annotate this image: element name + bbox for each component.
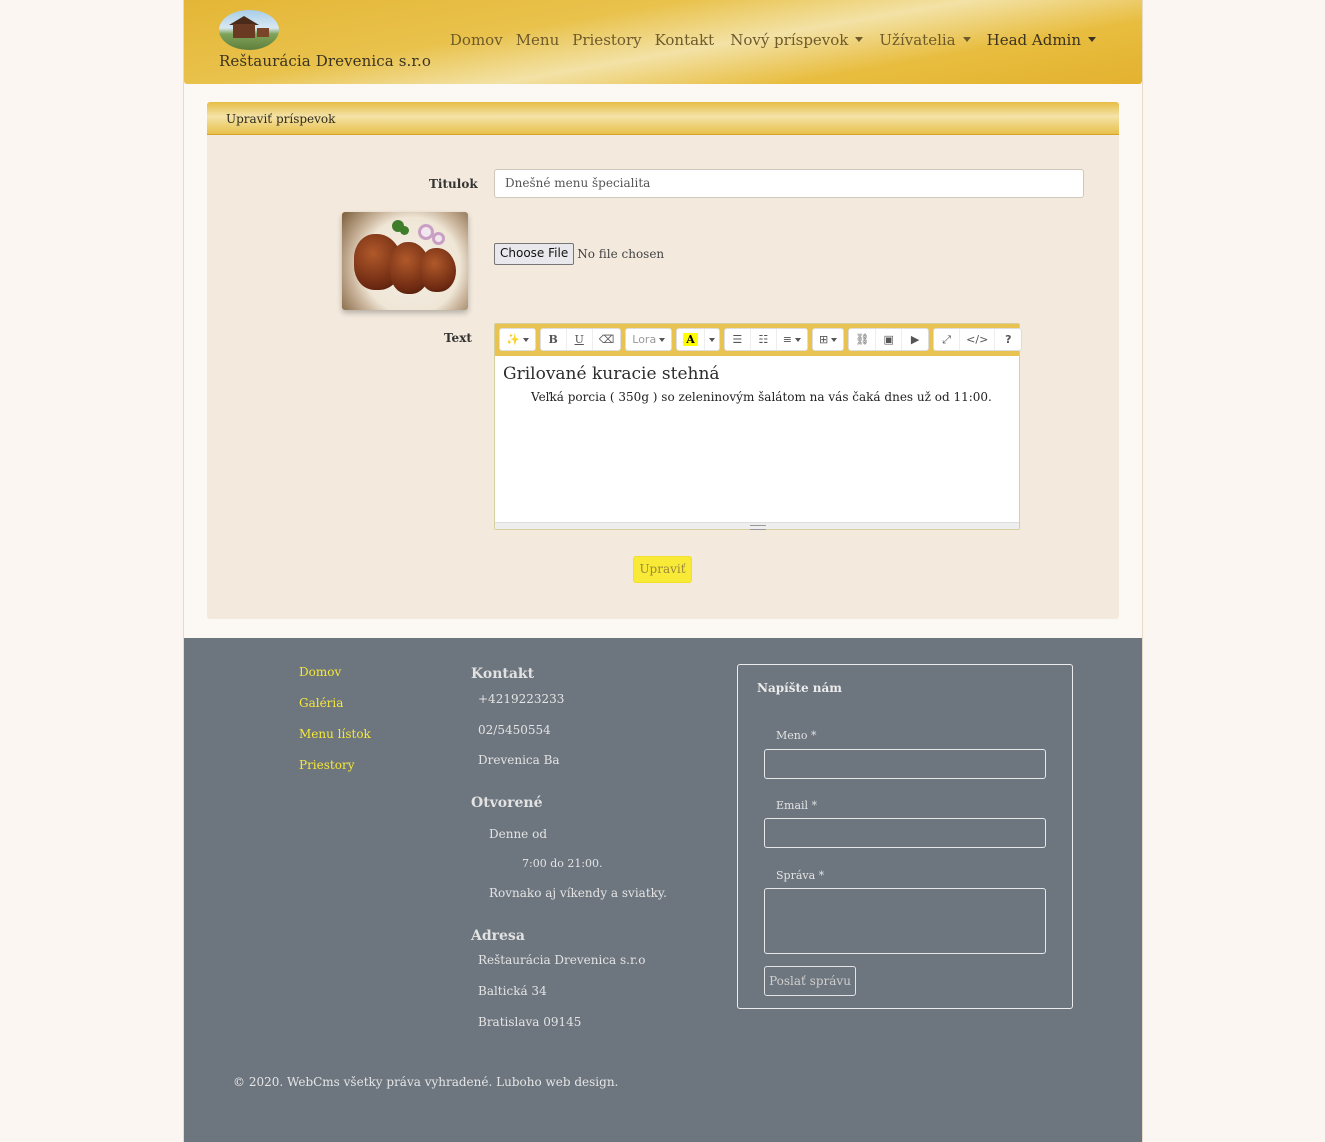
nav-users-label: Užívatelia (879, 31, 956, 49)
email-input[interactable] (764, 818, 1046, 848)
footer-contact-heading: Kontakt (471, 666, 535, 682)
help-icon[interactable]: ? (995, 329, 1021, 350)
footer-open-line-2: 7:00 do 21:00. (522, 857, 603, 870)
unordered-list-icon[interactable]: ☰ (725, 329, 751, 350)
post-image-thumbnail (342, 212, 468, 310)
ordered-list-icon[interactable]: ☷ (751, 329, 777, 350)
editor-heading: Grilované kuracie stehná (503, 364, 720, 384)
logo-image[interactable] (219, 10, 279, 50)
edit-post-card: Upraviť príspevok Titulok Dnešné menu šp… (207, 102, 1119, 619)
color-group: A (676, 328, 720, 351)
footer-address-line-3: Bratislava 09145 (478, 1015, 582, 1029)
picture-icon[interactable]: ▣ (876, 329, 903, 350)
footer-open-line-3: Rovnako aj víkendy a sviatky. (489, 886, 667, 900)
food-herb (400, 226, 409, 235)
logo-house-small (257, 28, 269, 37)
dropdown-caret-icon (831, 337, 838, 342)
footer-address-heading: Adresa (471, 928, 525, 944)
update-button[interactable]: Upraviť (633, 556, 692, 583)
food-onion (432, 232, 445, 245)
file-status: No file chosen (577, 247, 665, 261)
email-label: Email * (776, 799, 818, 812)
send-message-button[interactable]: Poslať správu (764, 966, 856, 996)
name-input[interactable] (764, 749, 1046, 779)
title-input[interactable]: Dnešné menu špecialita (494, 169, 1084, 198)
bold-button[interactable]: B (541, 329, 567, 350)
caret-down-icon (1088, 37, 1096, 42)
nav-admin-dropdown[interactable]: Head Admin (987, 31, 1096, 49)
nav-new-post-dropdown[interactable]: Nový príspevok (730, 31, 864, 49)
view-group: ⤢ </> ? (933, 328, 1023, 351)
file-upload: Choose File No file chosen (494, 243, 664, 265)
eraser-icon[interactable]: ⌫ (593, 329, 621, 350)
editor-paragraph: Veľká porcia ( 350g ) so zeleninovým šal… (531, 390, 992, 404)
footer-link-rooms[interactable]: Priestory (299, 758, 354, 772)
nav-new-post-label: Nový príspevok (730, 31, 849, 49)
format-group: B U ⌫ (539, 328, 622, 351)
message-label: Správa * (776, 869, 825, 882)
paragraph-align-icon[interactable]: ≡ (777, 329, 807, 350)
dropdown-caret-icon (708, 337, 715, 342)
footer-address-line-1: Reštaurácia Drevenica s.r.o (478, 953, 646, 967)
footer-address-line-2: Baltická 34 (478, 984, 547, 998)
choose-file-button[interactable]: Choose File (494, 243, 575, 265)
code-view-icon[interactable]: </> (960, 329, 996, 350)
list-group: ☰ ☷ ≡ (723, 328, 808, 351)
video-icon[interactable]: ▶ (902, 329, 928, 350)
food-chicken-piece (420, 248, 456, 292)
logo-house (233, 24, 255, 38)
table-group: ⊞ (811, 328, 845, 351)
contact-form: Napíšte nám Meno * Email * Správa * Posl… (737, 664, 1073, 1009)
footer: Domov Galéria Menu lístok Priestory Kont… (184, 638, 1142, 1142)
footer-open-heading: Otvorené (471, 795, 543, 811)
footer-place: Drevenica Ba (478, 753, 560, 767)
footer-link-home[interactable]: Domov (299, 665, 341, 679)
link-icon[interactable]: ⛓ (849, 329, 877, 350)
name-label: Meno * (776, 729, 817, 742)
footer-phone-2: 02/5450554 (478, 723, 551, 737)
underline-button[interactable]: U (567, 329, 593, 350)
page: Reštaurácia Drevenica s.r.o Domov Menu P… (183, 0, 1143, 1142)
text-label: Text (444, 331, 472, 345)
insert-group: ⛓ ▣ ▶ (848, 328, 930, 351)
table-icon[interactable]: ⊞ (813, 329, 843, 350)
nav-users-dropdown[interactable]: Užívatelia (879, 31, 971, 49)
copyright: © 2020. WebCms všetky práva vyhradené. L… (233, 1075, 619, 1089)
nav-menu[interactable]: Menu (516, 31, 560, 49)
title-label: Titulok (429, 177, 478, 191)
dropdown-caret-icon (522, 337, 529, 342)
font-name-label: Lora (632, 333, 657, 346)
fullscreen-icon[interactable]: ⤢ (934, 329, 961, 350)
editor-content[interactable]: Grilované kuracie stehná Veľká porcia ( … (495, 356, 1019, 522)
highlight-glyph: A (683, 333, 698, 346)
message-textarea[interactable] (764, 888, 1046, 954)
contact-form-title: Napíšte nám (757, 681, 843, 695)
rich-text-editor: ✨ B U ⌫ Lora A ☰ ☷ ≡ ⊞ ⛓ ▣ ▶ ⤢ </> ? Gri… (494, 323, 1023, 530)
nav-rooms[interactable]: Priestory (572, 31, 641, 49)
nav-contact[interactable]: Kontakt (655, 31, 715, 49)
font-name-dropdown[interactable]: Lora (626, 329, 671, 350)
navbar: Reštaurácia Drevenica s.r.o Domov Menu P… (184, 0, 1142, 84)
highlight-color-button[interactable]: A (677, 329, 705, 350)
nav-home[interactable]: Domov (450, 31, 503, 49)
footer-phone-1: +4219223233 (478, 692, 565, 706)
footer-link-gallery[interactable]: Galéria (299, 696, 343, 710)
dropdown-caret-icon (659, 337, 666, 342)
brand-name[interactable]: Reštaurácia Drevenica s.r.o (219, 52, 431, 70)
font-group: Lora (625, 328, 673, 351)
caret-down-icon (855, 37, 864, 42)
editor-resize-handle[interactable] (495, 522, 1019, 530)
dropdown-caret-icon (794, 337, 801, 342)
style-group: ✨ (499, 328, 536, 351)
card-header: Upraviť príspevok (207, 102, 1119, 135)
color-dropdown-button[interactable] (705, 329, 719, 350)
editor-toolbar: ✨ B U ⌫ Lora A ☰ ☷ ≡ ⊞ ⛓ ▣ ▶ ⤢ </> ? (495, 324, 1023, 356)
main-nav: Domov Menu Priestory Kontakt Nový príspe… (437, 31, 1096, 49)
footer-open-line-1: Denne od (489, 827, 548, 841)
caret-down-icon (962, 37, 971, 42)
magic-style-icon[interactable]: ✨ (500, 329, 535, 350)
footer-link-menu[interactable]: Menu lístok (299, 727, 371, 741)
nav-admin-label: Head Admin (986, 31, 1081, 49)
